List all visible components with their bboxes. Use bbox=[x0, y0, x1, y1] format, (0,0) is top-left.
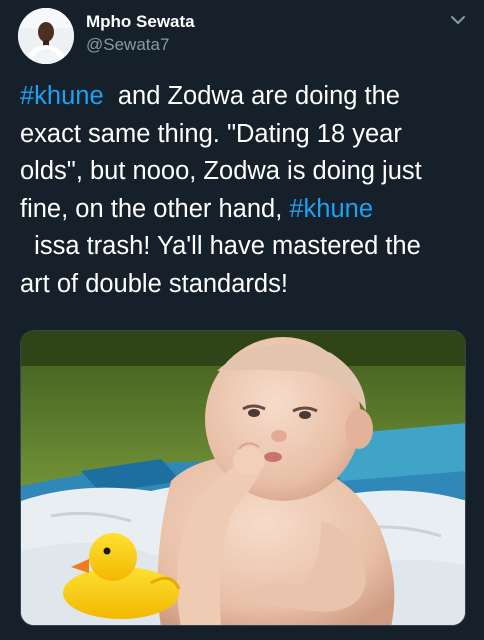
tweet-text: #khune and Zodwa are doing the exact sam… bbox=[20, 78, 470, 304]
tweet-media-photo[interactable] bbox=[20, 330, 466, 626]
baby-photo bbox=[21, 331, 465, 625]
tweet-line: art of double standards! bbox=[20, 269, 288, 298]
tweet-line: olds", but nooo, Zodwa is doing just bbox=[20, 157, 422, 186]
author-display-name[interactable]: Mpho Sewata bbox=[86, 12, 195, 32]
tweet-line: issa trash! Ya'll have mastered the bbox=[20, 232, 421, 261]
tweet: Mpho Sewata @Sewata7 #khune and Zodwa ar… bbox=[0, 0, 484, 640]
avatar-photo bbox=[18, 8, 74, 64]
avatar[interactable] bbox=[18, 8, 74, 64]
author-handle[interactable]: @Sewata7 bbox=[86, 35, 169, 55]
tweet-text-segment: and Zodwa are doing the bbox=[103, 82, 400, 110]
hashtag-link[interactable]: #khune bbox=[289, 195, 373, 223]
tweet-line: exact same thing. "Dating 18 year bbox=[20, 119, 402, 148]
tweet-text-segment: fine, on the other hand, bbox=[20, 194, 290, 223]
tweet-line: #khune and Zodwa are doing the bbox=[20, 78, 470, 116]
chevron-down-icon[interactable] bbox=[448, 10, 468, 30]
hashtag-link[interactable]: #khune bbox=[20, 82, 104, 110]
tweet-line: fine, on the other hand, #khune bbox=[20, 191, 470, 229]
